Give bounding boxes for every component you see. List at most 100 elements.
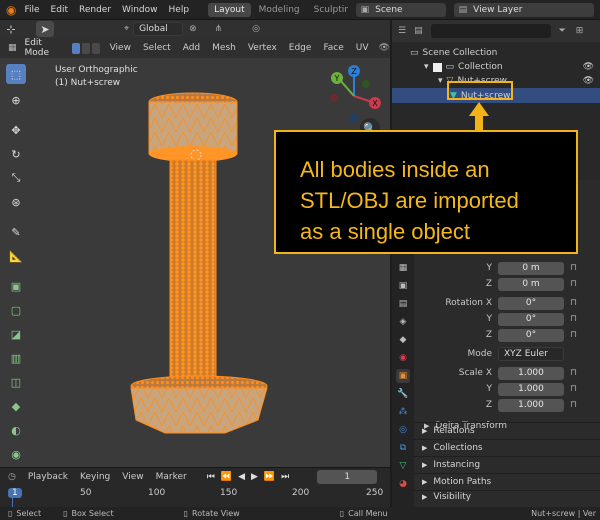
location-z-field[interactable]: 0 m bbox=[498, 277, 564, 291]
snap-icon[interactable]: ⋔ bbox=[215, 24, 223, 34]
menu-edit[interactable]: Edit bbox=[51, 5, 68, 15]
lock-icon[interactable]: ⊓ bbox=[570, 384, 577, 394]
constraints-properties-icon[interactable]: ⧉ bbox=[396, 441, 410, 455]
modifier-properties-icon[interactable]: 🔧 bbox=[396, 387, 410, 401]
menu-select[interactable]: Select bbox=[143, 43, 171, 53]
lock-icon[interactable]: ⊓ bbox=[570, 368, 577, 378]
select-mode-icon[interactable]: ➤ bbox=[36, 21, 54, 37]
proportional-icon[interactable]: ◎ bbox=[252, 24, 260, 34]
object-properties-icon[interactable]: ▣ bbox=[396, 369, 410, 383]
inset-tool-icon[interactable]: ▢ bbox=[6, 300, 26, 320]
select-box-tool-icon[interactable]: ⬚ bbox=[6, 64, 26, 84]
outliner-search-input[interactable] bbox=[430, 24, 551, 38]
mode-dropdown[interactable]: Edit Mode bbox=[20, 37, 62, 59]
menu-uv[interactable]: UV bbox=[356, 43, 369, 53]
rotate-tool-icon[interactable]: ↻ bbox=[6, 144, 26, 164]
lock-icon[interactable]: ⊓ bbox=[570, 263, 577, 273]
outliner-row-scene-collection[interactable]: ▭ Scene Collection bbox=[392, 46, 600, 60]
section-instancing[interactable]: ▶ Instancing bbox=[414, 456, 600, 473]
menu-marker[interactable]: Marker bbox=[156, 472, 187, 482]
scene-selector[interactable]: ▣ Scene bbox=[355, 2, 446, 17]
navigation-gizmo[interactable]: Z X Y bbox=[322, 62, 386, 126]
outliner-row-collection[interactable]: ▾ ▭ Collection 👁 bbox=[392, 60, 600, 74]
pivot-icon[interactable]: ⊗ bbox=[189, 24, 197, 34]
play-icon[interactable]: ▶ bbox=[251, 472, 258, 482]
view-layer-selector[interactable]: ▤ View Layer bbox=[453, 2, 594, 17]
tab-sculpting[interactable]: Sculptin bbox=[308, 3, 348, 17]
collection-checkbox[interactable] bbox=[432, 62, 442, 72]
outliner-editor-icon[interactable]: ☰ bbox=[398, 26, 406, 36]
transform-tool-icon[interactable]: ⊛ bbox=[6, 192, 26, 212]
next-keyframe-icon[interactable]: ⏩ bbox=[264, 472, 275, 482]
menu-timeline-view[interactable]: View bbox=[122, 472, 143, 482]
scale-tool-icon[interactable]: ⤡ bbox=[6, 168, 26, 188]
section-visibility[interactable]: ▶ Visibility bbox=[414, 490, 600, 502]
scale-y-field[interactable]: 1.000 bbox=[498, 382, 564, 396]
lock-icon[interactable]: ⊓ bbox=[570, 400, 577, 410]
rotation-mode-dropdown[interactable]: XYZ Euler bbox=[498, 347, 564, 361]
particles-properties-icon[interactable]: ⁂ bbox=[396, 405, 410, 419]
menu-view[interactable]: View bbox=[110, 43, 131, 53]
bevel-tool-icon[interactable]: ◪ bbox=[6, 324, 26, 344]
timeline-ruler[interactable]: 1 50 100 150 200 250 bbox=[0, 488, 390, 500]
current-frame-field[interactable]: 1 bbox=[317, 470, 378, 484]
menu-face[interactable]: Face bbox=[323, 43, 343, 53]
lock-icon[interactable]: ⊓ bbox=[570, 298, 577, 308]
playhead[interactable]: 1 bbox=[8, 488, 22, 498]
new-collection-icon[interactable]: ⊞ bbox=[576, 26, 584, 36]
play-reverse-icon[interactable]: ◀ bbox=[238, 472, 245, 482]
location-y-field[interactable]: 0 m bbox=[498, 261, 564, 275]
smooth-tool-icon[interactable]: ◉ bbox=[6, 444, 26, 464]
scene-properties-icon[interactable]: ◆ bbox=[396, 333, 410, 347]
lock-icon[interactable]: ⊓ bbox=[570, 330, 577, 340]
tab-layout[interactable]: Layout bbox=[208, 2, 251, 17]
visibility-eye-icon[interactable]: 👁 bbox=[583, 76, 594, 86]
physics-properties-icon[interactable]: ◎ bbox=[396, 423, 410, 437]
outliner-display-icon[interactable]: ▤ bbox=[414, 26, 423, 36]
section-motion-paths[interactable]: ▶ Motion Paths bbox=[414, 473, 600, 490]
menu-render[interactable]: Render bbox=[79, 5, 111, 15]
loop-cut-tool-icon[interactable]: ▥ bbox=[6, 348, 26, 368]
expand-arrow-icon[interactable]: ▾ bbox=[438, 76, 443, 86]
jump-end-icon[interactable]: ⏭ bbox=[281, 472, 289, 482]
editor-type-icon[interactable]: ⊹ bbox=[2, 21, 20, 37]
extrude-tool-icon[interactable]: ▣ bbox=[6, 276, 26, 296]
vertex-select-icon[interactable] bbox=[71, 42, 80, 54]
menu-edge[interactable]: Edge bbox=[289, 43, 312, 53]
move-tool-icon[interactable]: ✥ bbox=[6, 120, 26, 140]
menu-playback[interactable]: Playback bbox=[28, 472, 68, 482]
menu-file[interactable]: File bbox=[24, 5, 39, 15]
visibility-eye-icon[interactable]: 👁 bbox=[583, 62, 594, 72]
menu-window[interactable]: Window bbox=[122, 5, 158, 15]
spin-tool-icon[interactable]: ◐ bbox=[6, 420, 26, 440]
rotation-z-field[interactable]: 0° bbox=[498, 328, 564, 342]
menu-keying[interactable]: Keying bbox=[80, 472, 110, 482]
poly-build-tool-icon[interactable]: ◆ bbox=[6, 396, 26, 416]
viewport-options-icon[interactable]: 👁 bbox=[379, 43, 390, 53]
rotation-x-field[interactable]: 0° bbox=[498, 296, 564, 310]
rotation-y-field[interactable]: 0° bbox=[498, 312, 564, 326]
data-properties-icon[interactable]: ▽ bbox=[396, 459, 410, 473]
expand-arrow-icon[interactable]: ▾ bbox=[424, 62, 429, 72]
scale-z-field[interactable]: 1.000 bbox=[498, 398, 564, 412]
knife-tool-icon[interactable]: ◫ bbox=[6, 372, 26, 392]
cursor-tool-icon[interactable]: ⊕ bbox=[6, 90, 26, 110]
lock-icon[interactable]: ⊓ bbox=[570, 314, 577, 324]
render-properties-icon[interactable]: ▣ bbox=[396, 279, 410, 293]
tool-properties-icon[interactable]: ▦ bbox=[396, 261, 410, 275]
tab-modeling[interactable]: Modeling bbox=[253, 3, 306, 17]
lock-icon[interactable]: ⊓ bbox=[570, 279, 577, 289]
face-select-icon[interactable] bbox=[91, 42, 100, 54]
menu-vertex[interactable]: Vertex bbox=[248, 43, 277, 53]
menu-help[interactable]: Help bbox=[169, 5, 190, 15]
output-properties-icon[interactable]: ▤ bbox=[396, 297, 410, 311]
timeline-editor-icon[interactable]: ◷ bbox=[8, 472, 16, 482]
annotate-tool-icon[interactable]: ✎ bbox=[6, 222, 26, 242]
material-properties-icon[interactable]: ◕ bbox=[396, 477, 410, 491]
scale-x-field[interactable]: 1.000 bbox=[498, 366, 564, 380]
filter-icon[interactable]: ⏷ bbox=[559, 26, 566, 36]
blender-logo-icon[interactable]: ◉ bbox=[6, 3, 16, 17]
world-properties-icon[interactable]: ◉ bbox=[396, 351, 410, 365]
prev-keyframe-icon[interactable]: ⏪ bbox=[221, 472, 232, 482]
transform-orientation-dropdown[interactable]: Global bbox=[133, 22, 184, 36]
